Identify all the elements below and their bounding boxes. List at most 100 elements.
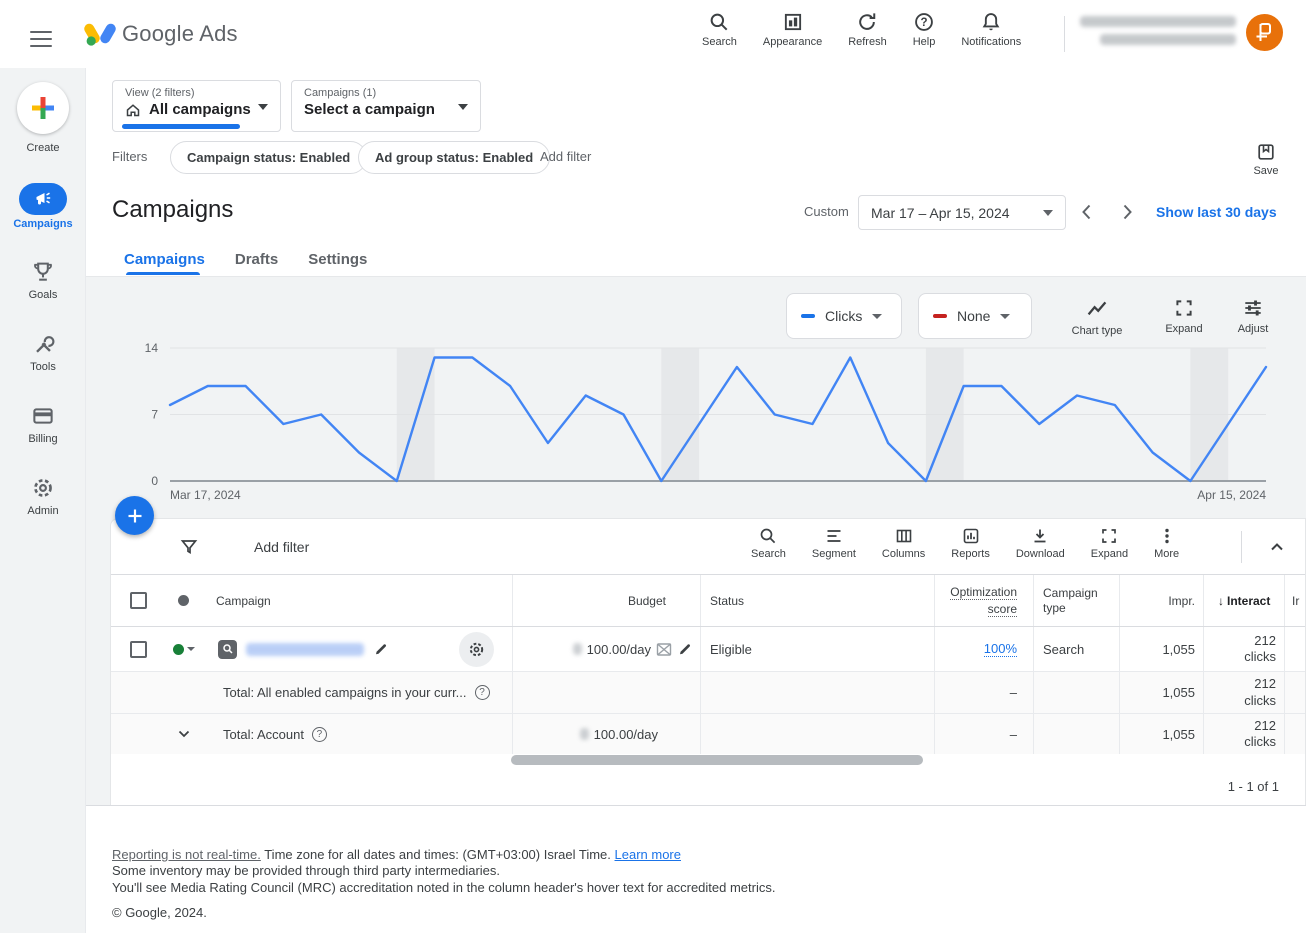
tab-drafts[interactable]: Drafts <box>235 251 278 268</box>
campaign-row[interactable]: 100.00/day Eligible 100% Search 1,055 21… <box>111 627 1305 672</box>
chevron-left-icon <box>1075 200 1099 224</box>
campaigns-table-card: Add filter Search Segment Columns <box>110 518 1306 806</box>
col-header-campaign[interactable]: Campaign <box>216 594 271 608</box>
chart-type-button[interactable]: Chart type <box>1063 297 1131 337</box>
col-header-budget[interactable]: Budget <box>628 594 666 608</box>
chart-expand-button[interactable]: Expand <box>1159 297 1209 335</box>
account-info-redacted <box>1078 16 1236 45</box>
table-scrollbar-thumb[interactable] <box>511 755 923 765</box>
expand-icon <box>1173 297 1195 319</box>
more-vertical-icon <box>1157 526 1177 546</box>
tab-settings[interactable]: Settings <box>308 251 367 268</box>
segment-icon <box>824 526 844 546</box>
edit-budget-pencil-icon[interactable] <box>677 641 693 657</box>
collapse-chevron-up-icon[interactable] <box>1267 537 1287 557</box>
table-header-row: Campaign Budget Status Optimizationscore… <box>111 575 1305 627</box>
campaign-type-value: Search <box>1043 642 1084 657</box>
view-filter-value: All campaigns <box>149 101 251 118</box>
optimization-score-link[interactable]: 100% <box>984 641 1017 657</box>
tools-icon <box>31 332 55 356</box>
show-last-30-days-link[interactable]: Show last 30 days <box>1156 204 1277 220</box>
date-next-button[interactable] <box>1115 200 1139 224</box>
col-header-interaction-rate[interactable]: Ir <box>1292 594 1299 608</box>
table-download-label: Download <box>1016 548 1065 560</box>
select-all-checkbox[interactable] <box>130 592 147 609</box>
interactions-value: 212 <box>1254 718 1276 733</box>
interactions-value: 212 <box>1254 676 1276 691</box>
edit-campaign-pencil-icon[interactable] <box>373 641 389 657</box>
create-plus-icon <box>17 82 69 134</box>
topbar-notifications-label: Notifications <box>961 36 1021 48</box>
sidebar-item-goals[interactable] <box>31 260 55 284</box>
total-impressions: 1,055 <box>1162 685 1195 700</box>
col-header-interactions-sorted[interactable]: ↓Interact <box>1203 575 1284 626</box>
date-range-dropdown[interactable]: Mar 17 – Apr 15, 2024 <box>858 195 1066 230</box>
reporting-not-realtime-link[interactable]: Reporting is not real-time. <box>112 847 261 862</box>
footer: Reporting is not real-time. Time zone fo… <box>112 847 775 896</box>
chart-metric-primary-dropdown[interactable]: Clicks <box>786 293 902 339</box>
gear-icon <box>31 476 55 500</box>
topbar-search-button[interactable]: Search <box>702 11 737 48</box>
topbar-help-label: Help <box>913 36 936 48</box>
learn-more-link[interactable]: Learn more <box>615 847 681 862</box>
filter-chip-campaign-status[interactable]: Campaign status: Enabled <box>170 141 367 174</box>
table-search-button[interactable]: Search <box>751 526 786 560</box>
chart-metric-secondary-dropdown[interactable]: None <box>918 293 1032 339</box>
topbar-refresh-button[interactable]: Refresh <box>848 11 887 48</box>
sidebar-item-admin[interactable] <box>31 476 55 500</box>
col-header-impressions[interactable]: Impr. <box>1168 594 1195 608</box>
col-header-optimization-score[interactable]: Optimizationscore <box>950 584 1017 616</box>
filter-chip-label: Ad group status: Enabled <box>375 150 533 165</box>
expand-account-chevron-down-icon[interactable] <box>175 725 193 743</box>
save-button[interactable]: Save <box>1246 142 1286 177</box>
topbar-appearance-button[interactable]: Appearance <box>763 11 822 48</box>
megaphone-icon <box>34 190 52 208</box>
sidebar-item-tools[interactable] <box>31 332 55 356</box>
sidebar-item-campaigns[interactable] <box>19 183 67 215</box>
create-button[interactable] <box>17 82 69 134</box>
date-prev-button[interactable] <box>1075 200 1099 224</box>
total-account-row: Total: Account ? 100.00/day – 1,055 212c… <box>111 714 1305 754</box>
campaign-picker-dropdown[interactable]: Campaigns (1) Select a campaign <box>291 80 481 132</box>
topbar-search-label: Search <box>702 36 737 48</box>
topbar-help-button[interactable]: ? Help <box>913 11 936 48</box>
table-columns-button[interactable]: Columns <box>882 526 925 560</box>
table-add-filter-link[interactable]: Add filter <box>254 539 309 555</box>
tab-campaigns[interactable]: Campaigns <box>124 251 205 268</box>
search-icon <box>708 11 730 33</box>
table-expand-button[interactable]: Expand <box>1091 526 1128 560</box>
appearance-icon <box>782 11 804 33</box>
new-campaign-fab-button[interactable] <box>115 496 154 535</box>
date-range-type-label: Custom <box>804 204 849 219</box>
sidebar-item-goals-label: Goals <box>0 289 86 301</box>
filter-chip-adgroup-status[interactable]: Ad group status: Enabled <box>358 141 550 174</box>
sidebar-item-billing[interactable] <box>31 404 55 428</box>
credit-card-icon <box>31 404 55 428</box>
col-header-campaign-type[interactable]: Campaigntype <box>1043 586 1098 616</box>
row-checkbox[interactable] <box>130 641 147 658</box>
help-icon[interactable]: ? <box>475 685 490 700</box>
help-icon[interactable]: ? <box>312 727 327 742</box>
campaign-type-line2: type <box>1043 601 1066 615</box>
table-segment-button[interactable]: Segment <box>812 526 856 560</box>
campaign-settings-gear-button[interactable] <box>459 632 494 667</box>
table-reports-button[interactable]: Reports <box>951 526 990 560</box>
topbar-notifications-button[interactable]: Notifications <box>961 11 1021 48</box>
filter-funnel-icon[interactable] <box>179 537 199 557</box>
sidebar-item-admin-label: Admin <box>0 505 86 517</box>
table-more-button[interactable]: More <box>1154 526 1179 560</box>
view-filter-dropdown[interactable]: View (2 filters) All campaigns <box>112 80 281 132</box>
status-chevron-down-icon[interactable] <box>187 647 195 651</box>
add-filter-link[interactable]: Add filter <box>540 149 591 164</box>
currency-symbol-redacted <box>580 728 589 740</box>
svg-text:14: 14 <box>145 341 159 355</box>
interactions-unit: clicks <box>1244 734 1276 749</box>
total-opt-score: – <box>1010 685 1017 700</box>
table-download-button[interactable]: Download <box>1016 526 1065 560</box>
filter-chip-label: Campaign status: Enabled <box>187 150 350 165</box>
main-menu-icon[interactable] <box>30 26 52 52</box>
filters-label: Filters <box>112 149 147 164</box>
account-avatar[interactable] <box>1246 14 1283 51</box>
col-header-status[interactable]: Status <box>710 594 744 608</box>
chart-adjust-button[interactable]: Adjust <box>1229 297 1277 335</box>
